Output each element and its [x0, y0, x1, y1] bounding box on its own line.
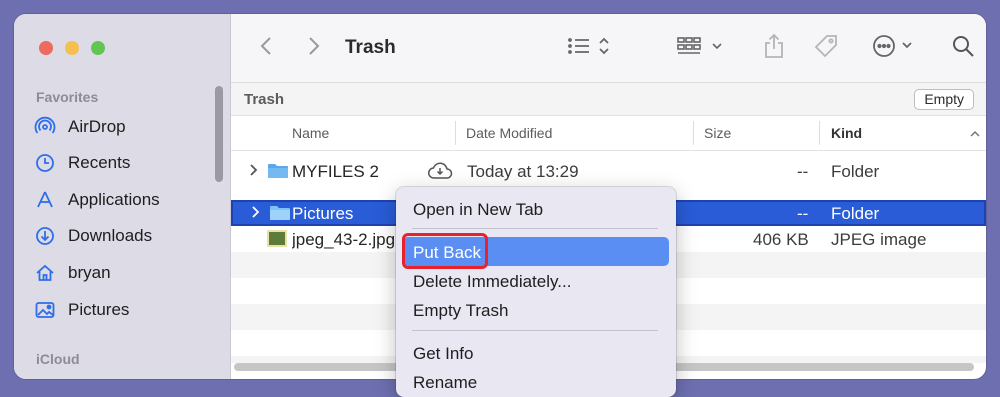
menu-item-delete-immediately[interactable]: Delete Immediately... [413, 272, 571, 292]
column-divider [819, 121, 820, 145]
clock-icon [32, 152, 58, 174]
ellipsis-circle-icon [871, 33, 919, 64]
sidebar-item-bryan[interactable]: bryan [32, 258, 212, 288]
file-name: jpeg_43-2.jpg [292, 230, 396, 249]
disclosure-triangle-icon[interactable] [249, 163, 259, 181]
tag-button[interactable] [813, 34, 839, 62]
sidebar-item-label: Pictures [68, 300, 130, 319]
home-icon [32, 262, 58, 284]
column-header-date[interactable]: Date Modified [466, 125, 552, 141]
file-size: -- [797, 204, 809, 223]
more-actions-button[interactable] [871, 34, 919, 62]
path-label: Trash [244, 91, 285, 108]
file-kind: JPEG image [831, 230, 927, 249]
pictures-icon [32, 299, 58, 321]
minimize-window-button[interactable] [65, 41, 79, 55]
airdrop-icon [32, 116, 58, 138]
file-kind: Folder [831, 204, 880, 223]
column-header-kind[interactable]: Kind [831, 125, 862, 141]
sidebar-item-label: bryan [68, 263, 111, 282]
toolbar: Trash [231, 14, 986, 83]
tag-icon [813, 33, 839, 64]
sidebar-item-applications[interactable]: Applications [32, 185, 212, 215]
search-icon [951, 34, 975, 63]
grid-icon [677, 35, 725, 62]
menu-item-empty-trash[interactable]: Empty Trash [413, 301, 508, 321]
file-name: MYFILES 2 [292, 162, 379, 181]
column-divider [455, 121, 456, 145]
zoom-window-button[interactable] [91, 41, 105, 55]
column-header-name[interactable]: Name [292, 125, 329, 141]
window-title: Trash [345, 37, 396, 58]
folder-icon [267, 163, 289, 179]
column-headers: Name Date Modified Size Kind [231, 116, 986, 151]
menu-item-rename[interactable]: Rename [413, 373, 477, 393]
back-button[interactable] [259, 34, 273, 62]
close-window-button[interactable] [39, 41, 53, 55]
chevron-right-icon [307, 36, 321, 61]
annotation-highlight-box [402, 233, 488, 269]
sidebar-scrollbar[interactable] [215, 86, 223, 182]
menu-item-get-info[interactable]: Get Info [413, 344, 473, 364]
download-icon [32, 225, 58, 247]
column-divider [693, 121, 694, 145]
sidebar-header-icloud: iCloud [36, 351, 80, 367]
sidebar: Favorites AirDrop Recents Applications D… [14, 14, 231, 379]
sort-ascending-icon [969, 126, 981, 144]
share-button[interactable] [763, 33, 785, 64]
column-header-size[interactable]: Size [704, 125, 731, 141]
icloud-download-icon[interactable] [427, 162, 453, 185]
path-bar: Trash Empty [231, 83, 986, 116]
applications-icon [32, 189, 58, 211]
folder-icon [269, 205, 291, 221]
file-kind: Folder [831, 162, 880, 181]
group-by-button[interactable] [677, 34, 725, 62]
sidebar-item-airdrop[interactable]: AirDrop [32, 112, 212, 142]
view-options-button[interactable] [567, 34, 611, 62]
table-row[interactable]: MYFILES 2 Today at 13:29 -- Folder [231, 158, 986, 184]
forward-button[interactable] [307, 34, 321, 62]
date-modified: Today at 13:29 [467, 162, 579, 181]
empty-trash-button[interactable]: Empty [914, 89, 974, 110]
sidebar-header-favorites: Favorites [36, 89, 99, 105]
file-size: -- [797, 162, 809, 181]
file-name: Pictures [292, 204, 354, 223]
sidebar-item-label: Applications [68, 190, 160, 209]
sidebar-item-label: AirDrop [68, 117, 126, 136]
sidebar-item-label: Downloads [68, 226, 153, 245]
search-button[interactable] [951, 34, 975, 62]
sidebar-item-pictures[interactable]: Pictures [32, 295, 212, 325]
image-thumbnail-icon [267, 230, 287, 247]
sidebar-item-recents[interactable]: Recents [32, 148, 212, 178]
menu-separator [412, 228, 658, 229]
file-size: 406 KB [753, 230, 809, 249]
sidebar-item-downloads[interactable]: Downloads [32, 221, 212, 251]
share-icon [763, 33, 785, 64]
sidebar-item-label: Recents [68, 153, 131, 172]
disclosure-triangle-icon[interactable] [251, 205, 261, 223]
menu-separator [412, 330, 658, 331]
menu-item-open-in-new-tab[interactable]: Open in New Tab [413, 200, 543, 220]
list-view-icon [567, 35, 611, 62]
context-menu: Open in New Tab Put Back Delete Immediat… [396, 187, 676, 397]
chevron-left-icon [259, 36, 273, 61]
